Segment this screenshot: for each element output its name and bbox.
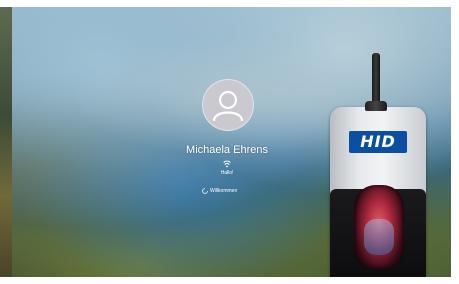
sensor-glass [364, 219, 394, 255]
fingerprint-icon [223, 160, 231, 168]
spinner-icon [202, 188, 208, 194]
user-icon [212, 90, 244, 122]
user-avatar[interactable] [202, 79, 254, 131]
user-name: Michaela Ehrens [186, 144, 268, 156]
fingerprint-reader-device: HID [330, 53, 426, 277]
reader-body: HID [330, 101, 426, 277]
welcome-text: Willkommen [210, 188, 238, 194]
hid-logo: HID [349, 131, 407, 153]
hello-message: Hallo! [220, 170, 234, 176]
windows-lock-screen: Michaela Ehrens Hallo! Willkommen HID [12, 7, 451, 277]
cable-strain-relief [365, 101, 387, 111]
photo-frame: Michaela Ehrens Hallo! Willkommen HID [0, 0, 459, 284]
welcome-status: Willkommen [188, 187, 268, 195]
adjacent-photo-strip [0, 7, 12, 277]
fingerprint-sensor [354, 185, 404, 269]
